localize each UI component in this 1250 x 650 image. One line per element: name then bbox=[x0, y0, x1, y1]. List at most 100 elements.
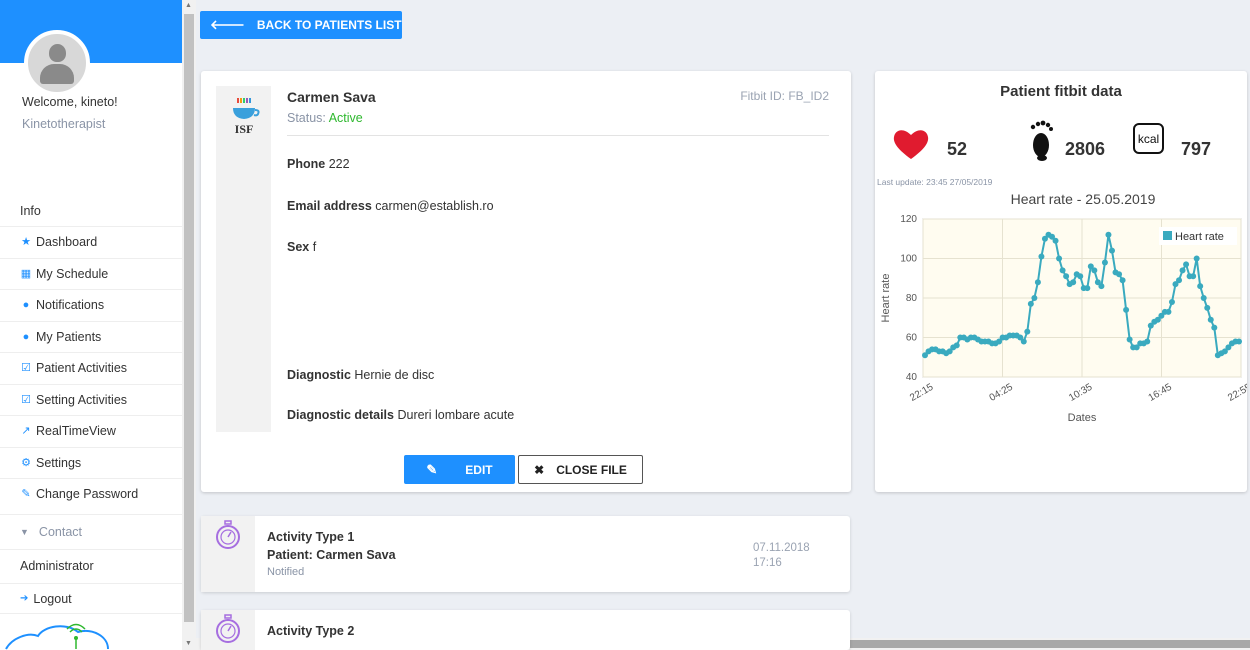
status-label: Status: bbox=[287, 111, 326, 125]
isf-logo-icon: ISF bbox=[233, 98, 260, 136]
users-icon: ● bbox=[22, 330, 30, 343]
data-point[interactable] bbox=[1126, 336, 1133, 343]
data-point[interactable] bbox=[1204, 304, 1211, 311]
activity-status: Notified bbox=[267, 566, 305, 578]
data-point[interactable] bbox=[1070, 279, 1077, 286]
data-point[interactable] bbox=[1059, 267, 1066, 274]
x-tick-label: 22:15 bbox=[908, 382, 936, 404]
sidebar-item-contact[interactable]: ▼ Contact bbox=[0, 514, 182, 550]
data-point[interactable] bbox=[1077, 273, 1084, 280]
sex-value: f bbox=[312, 240, 317, 254]
bell-icon: ● bbox=[22, 299, 30, 312]
star-icon: ★ bbox=[21, 236, 31, 249]
data-point[interactable] bbox=[1056, 255, 1063, 262]
phone-label: Phone bbox=[287, 157, 326, 171]
welcome-text: Welcome, kineto! bbox=[22, 95, 118, 109]
y-tick-label: 40 bbox=[906, 372, 918, 383]
data-point[interactable] bbox=[1031, 295, 1038, 301]
data-point[interactable] bbox=[1108, 247, 1115, 254]
sidebar-item-logout[interactable]: ➔ Logout bbox=[0, 583, 182, 614]
sidebar-item-notifications[interactable]: ● Notifications bbox=[0, 289, 182, 321]
back-button-label: BACK TO PATIENTS LIST bbox=[256, 18, 402, 32]
chart-legend[interactable]: Heart rate bbox=[1159, 227, 1237, 245]
data-point[interactable] bbox=[953, 342, 960, 349]
arrow-left-icon: 🡐 bbox=[210, 17, 245, 32]
scroll-up-icon[interactable]: ▲ bbox=[185, 2, 192, 9]
legend-swatch bbox=[1163, 231, 1172, 240]
diagnostic-field: Diagnostic Hernie de disc bbox=[287, 368, 434, 382]
sidebar-item-my-patients[interactable]: ● My Patients bbox=[0, 320, 182, 353]
data-point[interactable] bbox=[1084, 285, 1091, 292]
status-value: Active bbox=[328, 111, 363, 125]
sidebar-item-my-schedule[interactable]: ▦ My Schedule bbox=[0, 257, 182, 290]
legend-label: Heart rate bbox=[1175, 231, 1224, 243]
calendar-icon: ▦ bbox=[20, 267, 32, 280]
sidebar-item-patient-activities[interactable]: ☑ Patient Activities bbox=[0, 352, 182, 384]
info-section-header: Info bbox=[20, 204, 41, 218]
sidebar-nav: ★ Dashboard ▦ My Schedule ● Notifications ●… bbox=[0, 226, 182, 510]
data-point[interactable] bbox=[1176, 277, 1183, 284]
sidebar-item-setting-activities[interactable]: ☑ Setting Activities bbox=[0, 383, 182, 416]
data-point[interactable] bbox=[1183, 261, 1190, 268]
phone-value: 222 bbox=[328, 157, 350, 171]
kcal-label: kcal bbox=[1137, 131, 1160, 146]
close-file-button[interactable]: ✖ CLOSE FILE bbox=[518, 455, 643, 484]
sidebar-item-change-password[interactable]: ✎ Change Password bbox=[0, 478, 182, 510]
logo-text: ISF bbox=[235, 122, 254, 136]
email-field: Email address carmen@establish.ro bbox=[287, 199, 494, 213]
sidebar-item-dashboard[interactable]: ★ Dashboard bbox=[0, 226, 182, 258]
cogs-icon: ⚙ bbox=[21, 456, 31, 469]
data-point[interactable] bbox=[1190, 273, 1197, 280]
data-point[interactable] bbox=[1098, 283, 1105, 290]
x-tick-label: 16:45 bbox=[1147, 382, 1175, 404]
diagnostic-details-field: Diagnostic details Dureri lombare acute bbox=[287, 408, 514, 422]
x-tick-label: 10:35 bbox=[1067, 382, 1095, 404]
data-point[interactable] bbox=[1179, 267, 1186, 274]
activity-title: Activity Type 1 bbox=[267, 530, 355, 544]
data-point[interactable] bbox=[1144, 338, 1151, 345]
y-tick-label: 120 bbox=[900, 214, 917, 225]
checkbox-icon: ☑ bbox=[21, 393, 31, 406]
edit-button[interactable]: ✎ EDIT bbox=[404, 455, 515, 484]
data-point[interactable] bbox=[1116, 271, 1123, 278]
data-point[interactable] bbox=[1027, 300, 1034, 307]
avatar-head-icon bbox=[49, 44, 66, 62]
data-point[interactable] bbox=[1034, 279, 1041, 286]
scrollbar-thumb[interactable] bbox=[184, 14, 194, 622]
data-point[interactable] bbox=[1105, 231, 1112, 238]
scroll-down-icon[interactable]: ▼ bbox=[185, 640, 192, 647]
data-point[interactable] bbox=[1091, 267, 1098, 274]
sex-field: Sex f bbox=[287, 240, 316, 254]
sidebar-item-settings[interactable]: ⚙ Settings bbox=[0, 446, 182, 479]
data-point[interactable] bbox=[1119, 277, 1126, 284]
activity-card[interactable]: Activity Type 1 Patient: Carmen Sava Not… bbox=[201, 516, 850, 592]
diagnostic-details-label: Diagnostic details bbox=[287, 408, 394, 422]
data-point[interactable] bbox=[1197, 283, 1204, 290]
data-point[interactable] bbox=[1200, 295, 1207, 301]
fitbit-id: Fitbit ID: FB_ID2 bbox=[740, 89, 829, 103]
diagnostic-label: Diagnostic bbox=[287, 368, 351, 382]
data-point[interactable] bbox=[1038, 253, 1045, 260]
activity-date: 07.11.2018 bbox=[753, 542, 810, 554]
footprint-icon bbox=[1030, 120, 1053, 161]
data-point[interactable] bbox=[1123, 306, 1130, 313]
vertical-scrollbar[interactable]: ▲ ▼ bbox=[182, 0, 196, 650]
data-point[interactable] bbox=[1101, 259, 1108, 266]
data-point[interactable] bbox=[1211, 324, 1218, 331]
data-point[interactable] bbox=[1236, 338, 1242, 345]
data-point[interactable] bbox=[1063, 273, 1070, 280]
data-point[interactable] bbox=[1165, 308, 1172, 315]
data-point[interactable] bbox=[1024, 328, 1031, 335]
sidebar-item-realtimeview[interactable]: ↗ RealTimeView bbox=[0, 415, 182, 447]
data-point[interactable] bbox=[1168, 298, 1175, 305]
y-tick-label: 60 bbox=[906, 333, 918, 344]
data-point[interactable] bbox=[1207, 316, 1214, 323]
patient-name: Carmen Sava bbox=[287, 89, 376, 105]
data-point[interactable] bbox=[1052, 237, 1059, 244]
activity-card[interactable]: Activity Type 2 bbox=[201, 610, 850, 650]
user-role: Kinetotherapist bbox=[22, 117, 106, 131]
avatar[interactable] bbox=[24, 30, 90, 96]
back-to-patients-button[interactable]: 🡐 BACK TO PATIENTS LIST bbox=[200, 11, 402, 39]
data-point[interactable] bbox=[1020, 338, 1027, 345]
data-point[interactable] bbox=[1193, 255, 1200, 262]
